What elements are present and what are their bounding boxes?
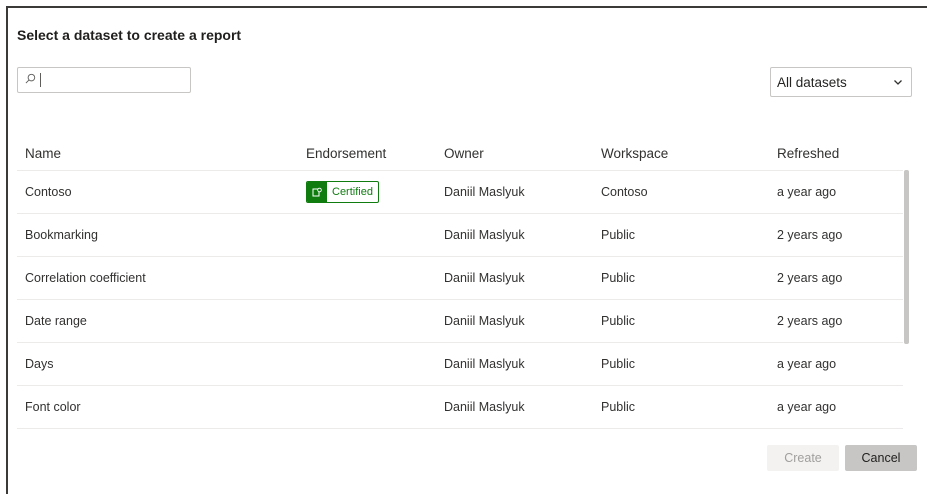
dataset-owner: Daniil Maslyuk	[444, 314, 525, 328]
table-row[interactable]: Correlation coefficient Daniil Maslyuk P…	[17, 256, 903, 299]
table-row[interactable]: Contoso Certified Daniil Maslyuk Contoso…	[17, 170, 903, 213]
column-header-owner[interactable]: Owner	[444, 146, 601, 161]
table-row[interactable]: Date range Daniil Maslyuk Public 2 years…	[17, 299, 903, 342]
dataset-name: Correlation coefficient	[25, 271, 146, 285]
column-header-endorsement[interactable]: Endorsement	[306, 146, 444, 161]
dataset-workspace: Public	[601, 400, 636, 414]
dataset-refreshed: a year ago	[777, 400, 837, 414]
dataset-refreshed: 2 years ago	[777, 228, 843, 242]
column-header-name[interactable]: Name	[17, 146, 306, 161]
dataset-refreshed: 2 years ago	[777, 314, 843, 328]
dataset-filter-dropdown[interactable]: All datasets	[770, 67, 912, 97]
chevron-down-icon	[893, 75, 903, 90]
search-input[interactable]	[40, 73, 183, 87]
cancel-button[interactable]: Cancel	[845, 445, 917, 471]
dataset-name: Font color	[25, 400, 81, 414]
create-button[interactable]: Create	[767, 445, 839, 471]
dataset-workspace: Public	[601, 314, 636, 328]
table-row[interactable]: Font color Daniil Maslyuk Public a year …	[17, 385, 903, 429]
table-row[interactable]: Days Daniil Maslyuk Public a year ago	[17, 342, 903, 385]
search-box[interactable]	[17, 67, 191, 93]
table-scrollbar[interactable]	[904, 170, 909, 344]
certified-label: Certified	[332, 186, 373, 198]
dataset-filter-value: All datasets	[777, 74, 847, 90]
dataset-owner: Daniil Maslyuk	[444, 228, 525, 242]
certified-dataset-icon	[307, 182, 327, 202]
dataset-name: Contoso	[25, 185, 72, 199]
dataset-workspace: Public	[601, 228, 636, 242]
dataset-refreshed: 2 years ago	[777, 271, 843, 285]
dataset-owner: Daniil Maslyuk	[444, 185, 525, 199]
dataset-table: Name Endorsement Owner Workspace Refresh…	[17, 136, 903, 429]
table-row[interactable]: Bookmarking Daniil Maslyuk Public 2 year…	[17, 213, 903, 256]
dataset-workspace: Contoso	[601, 185, 648, 199]
dataset-owner: Daniil Maslyuk	[444, 271, 525, 285]
column-header-refreshed[interactable]: Refreshed	[777, 146, 903, 161]
dataset-refreshed: a year ago	[777, 185, 837, 199]
dataset-workspace: Public	[601, 271, 636, 285]
dataset-refreshed: a year ago	[777, 357, 837, 371]
column-header-workspace[interactable]: Workspace	[601, 146, 777, 161]
dataset-name: Date range	[25, 314, 87, 328]
certified-badge: Certified	[306, 181, 379, 203]
dataset-name: Bookmarking	[25, 228, 98, 242]
dataset-name: Days	[25, 357, 54, 371]
endorsement-cell: Certified	[306, 181, 444, 203]
dialog-title: Select a dataset to create a report	[17, 27, 242, 43]
dataset-owner: Daniil Maslyuk	[444, 357, 525, 371]
dataset-workspace: Public	[601, 357, 636, 371]
search-icon	[25, 71, 36, 89]
table-header: Name Endorsement Owner Workspace Refresh…	[17, 136, 903, 170]
dataset-owner: Daniil Maslyuk	[444, 400, 525, 414]
